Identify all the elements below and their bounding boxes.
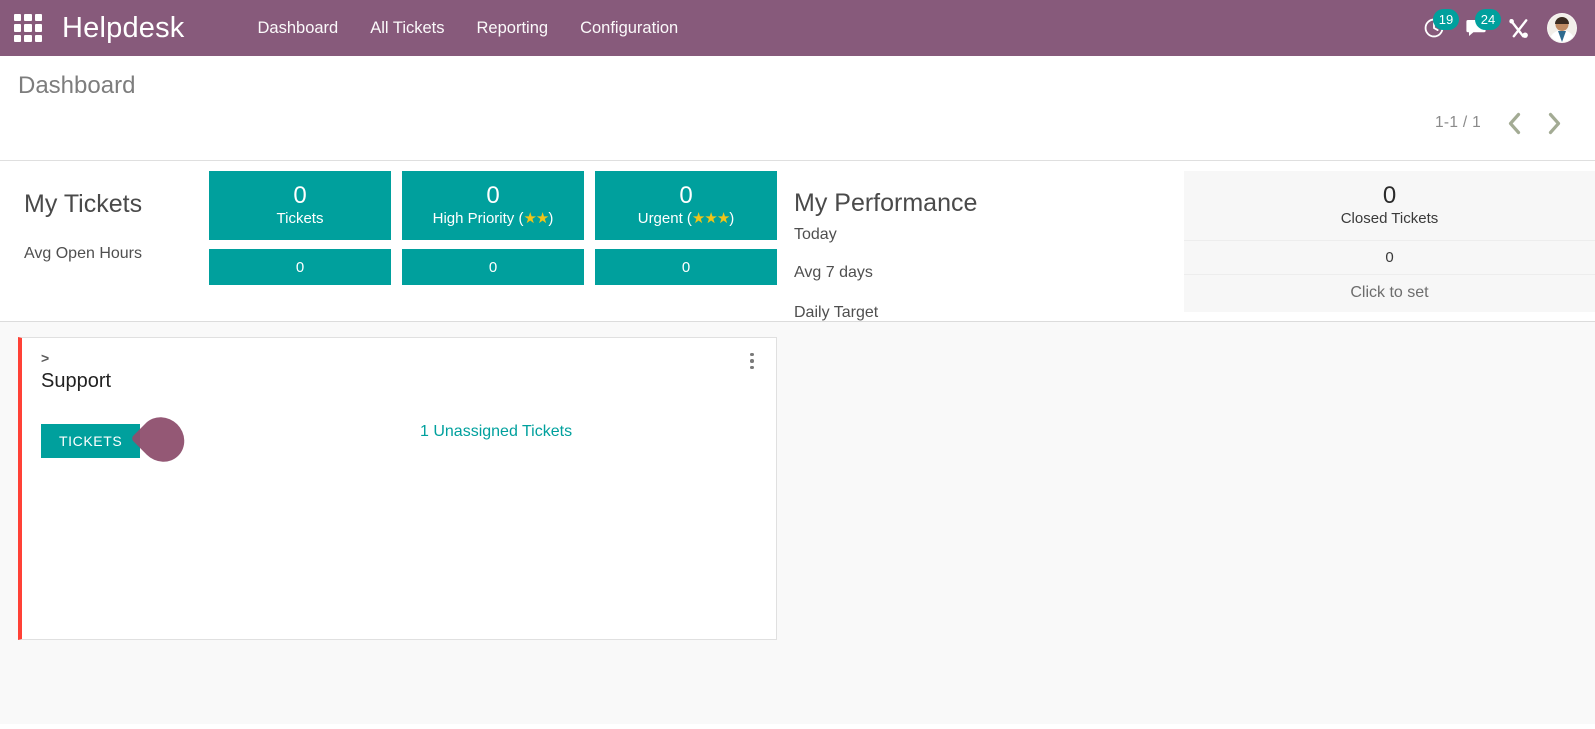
my-performance-labels: My Performance Today Avg 7 days Daily Ta…	[777, 161, 1157, 321]
tile-high-priority-main[interactable]: 0 High Priority (★★)	[402, 171, 584, 241]
tile-tickets-label-text: Tickets	[277, 210, 324, 227]
avatar-hair	[1555, 17, 1569, 24]
avg-open-hours-label: Avg Open Hours	[24, 244, 209, 264]
tickets-button[interactable]: TICKETS	[41, 424, 140, 458]
pager-count: 1-1 / 1	[1435, 114, 1481, 132]
tile-high-priority-label: High Priority (★★)	[433, 209, 554, 229]
tile-high-priority-label-text: High Priority (	[433, 210, 524, 227]
closed-tickets-panel: 0 Closed Tickets 0 Click to set	[1184, 171, 1595, 312]
tile-tickets: 0 Tickets 0	[209, 171, 391, 321]
card-expand-chevron-icon[interactable]: >	[41, 351, 49, 365]
my-tickets-tiles: 0 Tickets 0 0 High Priority (★★) 0 0 Urg…	[209, 161, 777, 321]
tile-urgent-avg-open-hours[interactable]: 0	[595, 249, 777, 285]
pager-previous-button[interactable]	[1499, 108, 1529, 138]
tile-urgent-main[interactable]: 0 Urgent (★★★)	[595, 171, 777, 241]
grid-cell	[24, 35, 31, 42]
urgent-stars-icon: ★★★	[692, 210, 729, 227]
grid-cell	[35, 35, 42, 42]
top-navbar: Helpdesk Dashboard All Tickets Reporting…	[0, 0, 1595, 56]
kanban-card-title[interactable]: Support	[41, 370, 111, 393]
grid-cell	[35, 24, 42, 31]
tile-tickets-main[interactable]: 0 Tickets	[209, 171, 391, 241]
app-brand-helpdesk[interactable]: Helpdesk	[62, 12, 185, 45]
perf-row-avg-7-days: Avg 7 days	[794, 263, 1157, 283]
kebab-menu-icon[interactable]	[741, 348, 763, 374]
unassigned-tickets-link[interactable]: 1 Unassigned Tickets	[420, 423, 572, 441]
apps-grid-icon[interactable]	[14, 14, 42, 42]
closed-tickets-value: 0	[1383, 182, 1396, 209]
tile-urgent: 0 Urgent (★★★) 0	[595, 171, 777, 321]
breadcrumb[interactable]: Dashboard	[18, 72, 135, 100]
daily-target-click-to-set[interactable]: Click to set	[1184, 275, 1595, 311]
messaging-menu-button[interactable]: 24	[1455, 0, 1497, 56]
closed-tickets-today[interactable]: 0 Closed Tickets	[1184, 171, 1595, 241]
control-panel: Dashboard 1-1 / 1	[0, 56, 1595, 161]
my-performance-title: My Performance	[794, 186, 1157, 220]
menu-item-dashboard[interactable]: Dashboard	[242, 0, 355, 56]
tile-tickets-label: Tickets	[277, 209, 324, 229]
tile-high-priority-label-close: )	[548, 210, 553, 227]
tile-urgent-label-text: Urgent (	[638, 210, 692, 227]
main-menu: Dashboard All Tickets Reporting Configur…	[242, 0, 695, 56]
perf-row-today: Today	[794, 225, 1157, 245]
pager-next-button[interactable]	[1539, 108, 1569, 138]
my-tickets-labels: My Tickets Avg Open Hours	[0, 161, 209, 321]
user-avatar	[1547, 13, 1577, 43]
user-menu-button[interactable]	[1539, 0, 1585, 56]
my-tickets-title: My Tickets	[24, 187, 209, 221]
pager: 1-1 / 1	[1435, 108, 1569, 138]
kanban-card-support[interactable]: > Support TICKETS 1 Unassigned Tickets	[18, 337, 777, 640]
activity-menu-button[interactable]: 19	[1413, 0, 1455, 56]
tile-high-priority-avg-open-hours[interactable]: 0	[402, 249, 584, 285]
grid-cell	[14, 24, 21, 31]
closed-tickets-label: Closed Tickets	[1341, 209, 1439, 229]
tile-urgent-value: 0	[679, 182, 692, 209]
tile-high-priority: 0 High Priority (★★) 0	[402, 171, 584, 321]
tile-urgent-label: Urgent (★★★)	[638, 209, 735, 229]
grid-cell	[24, 14, 31, 21]
kebab-dot	[750, 353, 754, 357]
tile-high-priority-value: 0	[486, 182, 499, 209]
tile-tickets-value: 0	[293, 182, 306, 209]
tile-urgent-label-close: )	[729, 210, 734, 227]
closed-tickets-avg-7-days[interactable]: 0	[1184, 241, 1595, 275]
tile-tickets-avg-open-hours[interactable]: 0	[209, 249, 391, 285]
navbar-systray: 19 24	[1413, 0, 1585, 56]
menu-item-configuration[interactable]: Configuration	[564, 0, 694, 56]
wrench-tools-icon	[1506, 16, 1531, 41]
menu-item-reporting[interactable]: Reporting	[461, 0, 565, 56]
chevron-left-icon	[1505, 111, 1524, 136]
grid-cell	[14, 35, 21, 42]
kebab-dot	[750, 359, 754, 363]
priority-stars-icon: ★★	[523, 210, 548, 227]
chevron-right-icon	[1545, 111, 1564, 136]
menu-item-all-tickets[interactable]: All Tickets	[354, 0, 460, 56]
perf-row-daily-target: Daily Target	[794, 303, 1157, 323]
grid-cell	[24, 24, 31, 31]
grid-cell	[35, 14, 42, 21]
kebab-dot	[750, 366, 754, 370]
tools-button[interactable]	[1497, 0, 1539, 56]
kanban-area: > Support TICKETS 1 Unassigned Tickets	[0, 322, 1595, 724]
grid-cell	[14, 14, 21, 21]
dashboard-stats-row: My Tickets Avg Open Hours 0 Tickets 0 0 …	[0, 161, 1595, 322]
